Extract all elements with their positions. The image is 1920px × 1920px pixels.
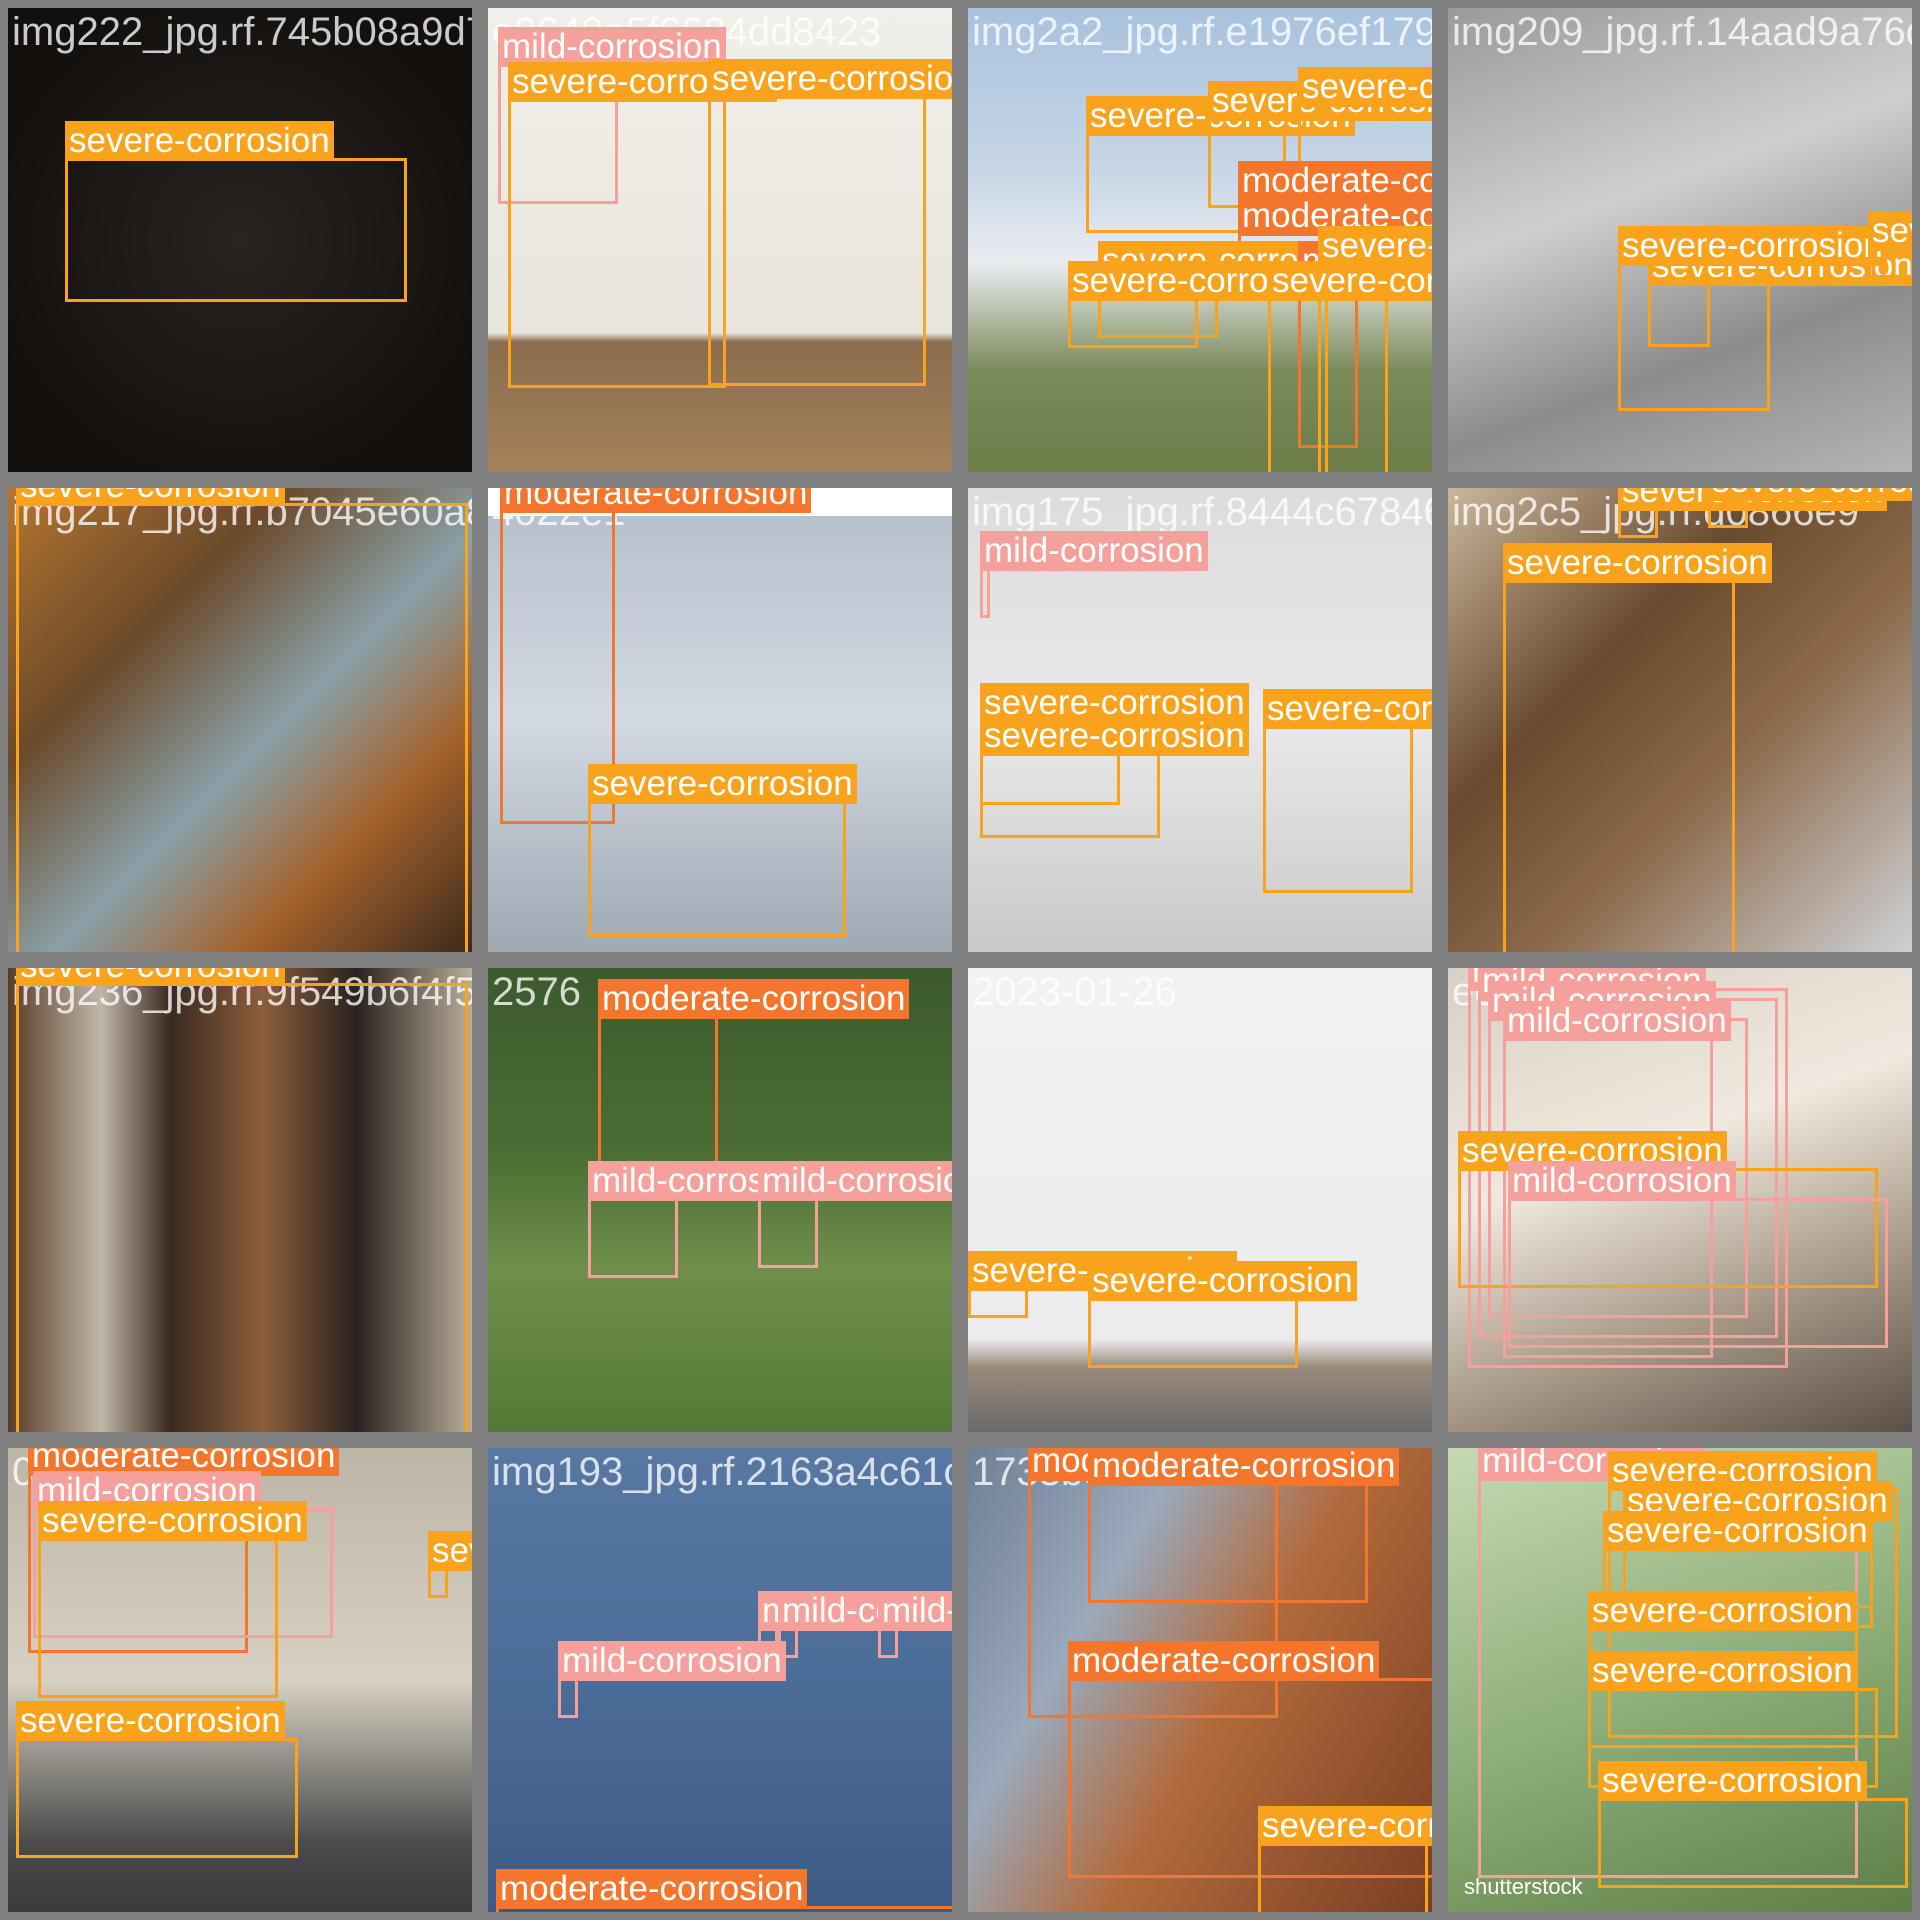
image-filename: 2023-01-26 xyxy=(972,970,1177,1014)
class-label: severe-corrosion xyxy=(1088,1261,1357,1301)
image-tile: shutterstock mild-corrosion severe-corrosi… xyxy=(1448,1448,1912,1912)
detection-box: severe-corrosion xyxy=(1598,1761,1908,1888)
class-label: moderate-corrosion xyxy=(1238,161,1432,201)
image-tile: e072f5mild-corrosionmild-corrosionmild-c… xyxy=(1448,968,1912,1432)
class-label: moderate-corrosion xyxy=(598,979,910,1019)
detection-box: severe-corrosion xyxy=(508,62,777,388)
class-label: mild-corrosion xyxy=(498,27,726,67)
class-label: mild-corrosion xyxy=(1503,1001,1731,1041)
detection-box: severe-corrosion xyxy=(428,1531,472,1598)
detection-box: severe-corrosion xyxy=(1263,689,1432,893)
detection-box: severe-corrosion xyxy=(1618,488,1887,538)
image-tile: img222_jpg.rf.745b08a9d78f severe-corrosi… xyxy=(8,8,472,472)
class-label: moderate-corrosion xyxy=(1088,1448,1400,1486)
class-label: mild-corrosion xyxy=(1508,1161,1736,1201)
detection-box: severe-corrosion xyxy=(16,488,468,952)
detection-box: severe-corrosion xyxy=(1868,211,1912,278)
class-label: severe-corrosion xyxy=(1603,1511,1872,1551)
class-label: severe-corrosion xyxy=(1708,488,1912,501)
image-filename: 2576 xyxy=(492,970,581,1014)
detection-box: severe-corrosion xyxy=(1068,261,1337,348)
class-label: severe-corrosion xyxy=(588,764,857,804)
class-label: severe-corrosion xyxy=(1258,1806,1432,1846)
detection-box: severe-corrosion xyxy=(1258,1806,1432,1912)
class-label: severe-corrosion xyxy=(1263,689,1432,729)
image-tile: img2c5_jpg.rf.d0866e9severe-corrosionsev… xyxy=(1448,488,1912,952)
image-tile: 2576 moderate-corrosion mild-corrosion mild… xyxy=(488,968,952,1432)
detection-box: mild-corrosion xyxy=(558,1641,786,1718)
class-label: mild-corrosion xyxy=(558,1641,786,1681)
detection-box: severe-corrosion xyxy=(1708,488,1912,528)
image-tile: img217_jpg.rf.b7045e60a83severe-corrosio… xyxy=(8,488,472,952)
detection-box: mild-corrosion xyxy=(758,1161,952,1268)
class-label: mild-corrosion xyxy=(758,1161,952,1201)
detection-box: mild-corrosion xyxy=(588,1161,816,1278)
detection-box: severe-corrosion xyxy=(968,1251,1237,1318)
image-filename: img209_jpg.rf.14aad9a76d7f xyxy=(1452,10,1912,54)
image-tile: img2a2_jpg.rf.e1976ef179 severe-corrosion… xyxy=(968,8,1432,472)
class-label: severe-corrosion xyxy=(980,716,1249,756)
image-filename: img175_jpg.rf.8444c67846 xyxy=(972,490,1432,534)
detection-box: severe-corrosion xyxy=(16,968,468,1432)
detection-box: severe-corrosion xyxy=(65,121,407,302)
class-label: mild-corrosion xyxy=(878,1591,952,1631)
class-label: severe-corrosion xyxy=(1268,261,1432,301)
class-label: severe-corrosion xyxy=(16,968,285,986)
image-tile: e0640a5f6684dd8423mild-corrosionsevere-c… xyxy=(488,8,952,472)
image-tile: img193_jpg.rf.2163a4c61ce332 mild-corrosi… xyxy=(488,1448,952,1912)
image-tile: img236_jpg.rf.9f549b6f4f501severe-corros… xyxy=(8,968,472,1432)
detection-box: severe-corrosion xyxy=(1618,226,1887,411)
class-label: severe-corrosion xyxy=(38,1501,307,1541)
class-label: severe-corrosion xyxy=(1868,211,1912,251)
class-label: severe-corrosion xyxy=(428,1531,472,1571)
detection-box: severe-corrosion xyxy=(38,1501,307,1698)
class-label: severe-corrosion xyxy=(708,59,952,99)
image-filename: img193_jpg.rf.2163a4c61ce332 xyxy=(492,1450,952,1494)
class-label: moderate-corrosion xyxy=(500,488,812,513)
mosaic-grid: img222_jpg.rf.745b08a9d78f severe-corrosi… xyxy=(0,0,1920,1920)
class-label: severe-corrosion xyxy=(16,488,285,506)
detection-box: mild-corrosion xyxy=(1508,1161,1888,1348)
class-label: severe-corrosion xyxy=(1298,67,1432,107)
detection-box: severe-corrosion xyxy=(708,59,952,386)
detection-box: severe-corrosion xyxy=(1088,1261,1357,1368)
class-label: severe-corrosion xyxy=(1618,226,1887,266)
class-label: moderate-corrosion xyxy=(496,1869,808,1909)
class-label: severe-corrosion xyxy=(1598,1761,1867,1801)
detection-box: mild-corrosion xyxy=(878,1591,952,1658)
image-tile: img175_jpg.rf.8444c67846 mild-corrosion se… xyxy=(968,488,1432,952)
image-tile: 2023-01-26 severe-corrosionsevere-corrosi… xyxy=(968,968,1432,1432)
image-tile: img209_jpg.rf.14aad9a76d7f severe-corrosi… xyxy=(1448,8,1912,472)
class-label: severe-corrosion xyxy=(65,121,334,161)
detection-box: moderate-corrosion xyxy=(598,979,910,1181)
image-tile: 1733bc2moderate-corrosionmoderate-corros… xyxy=(968,1448,1432,1912)
class-label: mild-corrosion xyxy=(980,531,1208,571)
class-label: severe-corrosion xyxy=(1588,1651,1857,1691)
class-label: moderate-corrosion xyxy=(1068,1641,1380,1681)
class-label: severe-corrosion xyxy=(1588,1591,1857,1631)
class-label: severe-corrosion xyxy=(16,1701,285,1741)
image-filename: img2a2_jpg.rf.e1976ef179 xyxy=(972,10,1432,54)
detection-box: severe-corrosion xyxy=(16,1701,298,1858)
detection-box: severe-corrosion xyxy=(1503,543,1772,952)
image-tile: 4022e1moderate-corrosionsevere-corrosion xyxy=(488,488,952,952)
detection-box: severe-corrosion xyxy=(588,764,857,937)
image-filename: img222_jpg.rf.745b08a9d78f xyxy=(12,10,472,54)
image-tile: 049e37moderate-corrosionmild-corrosionse… xyxy=(8,1448,472,1912)
class-label: severe-corrosion xyxy=(1503,543,1772,583)
detection-box: severe-corrosion xyxy=(1268,261,1432,472)
detection-box: moderate-corrosion xyxy=(496,1869,952,1912)
detection-box: severe-corrosion xyxy=(980,716,1249,838)
class-label: severe-corrosion xyxy=(1318,226,1432,266)
detection-box: mild-corrosion xyxy=(980,531,1208,618)
detection-box: moderate-corrosion xyxy=(1088,1448,1400,1603)
